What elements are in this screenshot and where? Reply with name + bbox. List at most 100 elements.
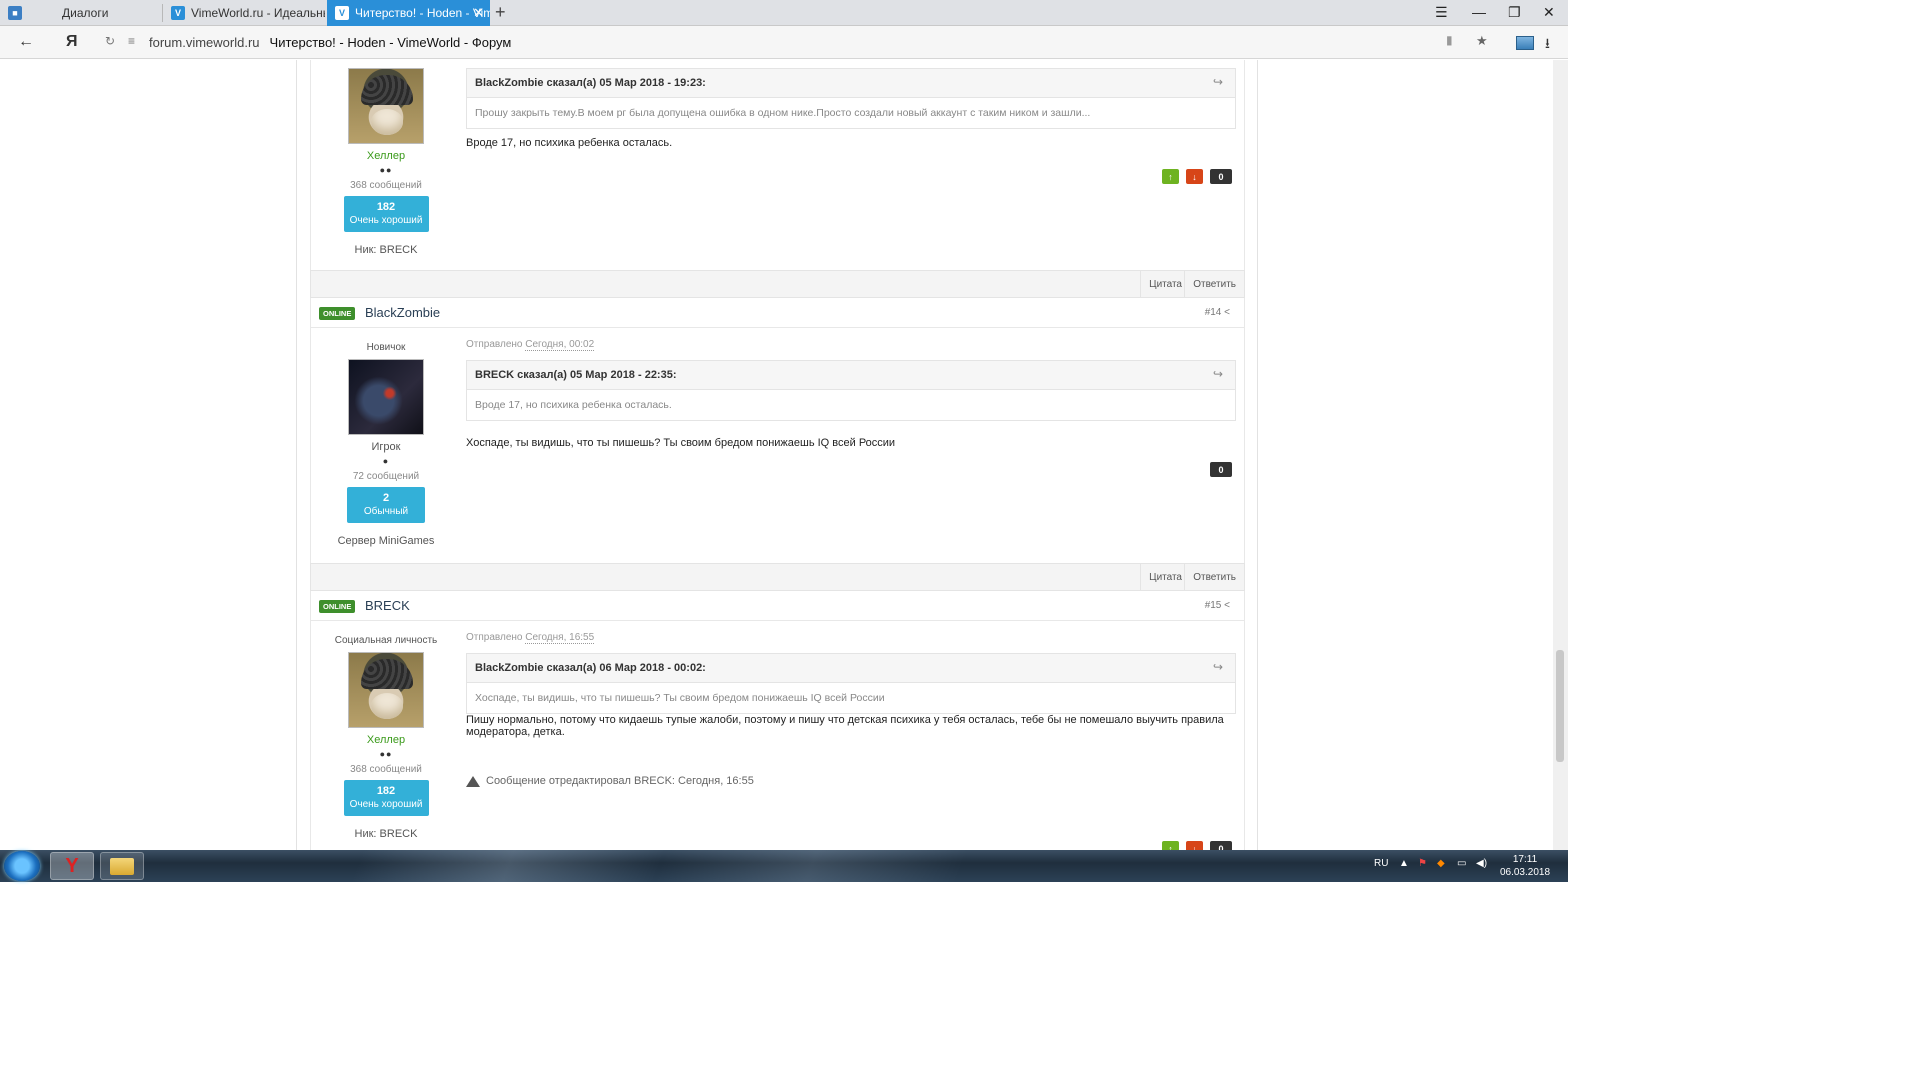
taskbar: Y RU ▲ ⚑ ◆ ▭ ◀) 17:11 06.03.2018 [0,850,1568,882]
share-icon[interactable]: < [1224,307,1230,318]
online-badge: ONLINE [319,307,356,320]
quote-jump-icon[interactable]: ↪ [1213,367,1223,381]
post-content: Отправлено Сегодня, 16:55 BlackZombie ск… [466,632,1236,787]
quote-jump-icon[interactable]: ↪ [1213,660,1223,674]
vote-controls: ↑ ↓ 0 [1162,169,1232,184]
vote-controls: ↑ ↓ 0 [1162,841,1232,850]
post-number[interactable]: #14 < [1205,307,1230,318]
post-header: ONLINE BRECK #15 < [310,591,1245,621]
quote-block: BlackZombie сказал(а) 05 Мар 2018 - 19:2… [466,68,1236,129]
reload-icon[interactable]: ↻ [105,34,115,48]
quote-block: BRECK сказал(а) 05 Мар 2018 - 22:35: ↪ Вр… [466,360,1236,421]
rank-pips: ●● [379,749,393,759]
vote-count: 0 [1210,841,1232,850]
browser-tab-strip: ■ Диалоги V VimeWorld.ru - Идеальные V Ч… [0,0,1568,26]
post-content: Отправлено Сегодня, 00:02 BRECK сказал(а… [466,339,1236,449]
post-date: Отправлено Сегодня, 16:55 [466,632,595,644]
user-group: Хеллер [366,734,406,746]
author-panel: Социальная личность Хеллер ●● 368 сообще… [311,635,461,840]
author-panel: Новичок Игрок ● 72 сообщений 2 Обычный С… [311,342,461,547]
online-badge: ONLINE [319,600,356,613]
post-header: ONLINE BlackZombie #14 < [310,298,1245,328]
close-window-button[interactable]: ✕ [1543,4,1555,21]
volume-icon[interactable]: ◀) [1476,858,1487,869]
rank-title: Новичок [366,342,406,353]
url-field[interactable]: ↻ ≡ forum.vimeworld.ru Читерство! - Hode… [100,30,1500,55]
lock-icon[interactable]: ▮ [1446,33,1453,47]
user-group: Игрок [371,441,401,453]
reply-button[interactable]: Ответить [1184,564,1244,592]
download-icon[interactable]: ⭳ [1545,33,1550,57]
user-group: Хеллер [366,150,406,162]
network-icon[interactable]: ▭ [1457,858,1466,869]
tab-vimeworld[interactable]: V VimeWorld.ru - Идеальные [163,0,325,26]
quote-block: BlackZombie сказал(а) 06 Мар 2018 - 00:0… [466,653,1236,714]
screenshot-icon[interactable] [1516,36,1534,50]
restore-button[interactable]: ❐ [1508,4,1521,21]
share-icon[interactable]: < [1224,600,1230,611]
warning-icon [466,775,480,787]
vote-controls: 0 [1210,462,1232,477]
vimeworld-icon: V [171,6,185,20]
post-count: 368 сообщений [350,764,422,775]
chat-icon: ■ [8,6,22,20]
scrollbar-thumb[interactable] [1556,650,1564,762]
custom-field: Ник: BRECK [354,828,418,840]
start-button[interactable] [4,851,40,881]
user-avatar[interactable] [348,359,424,435]
reputation-badge: 182 Очень хороший [343,196,429,232]
vote-down-icon[interactable]: ↓ [1186,841,1203,850]
system-clock[interactable]: 17:11 06.03.2018 [1490,853,1560,879]
author-name[interactable]: BlackZombie [365,305,440,320]
tray-expand-icon[interactable]: ▲ [1399,858,1409,869]
author-name[interactable]: BRECK [365,598,410,613]
post-count: 368 сообщений [350,180,422,191]
language-indicator[interactable]: RU [1374,858,1388,869]
post-footer: Цитата Ответить [310,563,1245,592]
tab-dialogs[interactable]: ■ Диалоги [0,0,162,26]
rank-title: Социальная личность [334,635,438,646]
vote-up-icon[interactable]: ↑ [1162,841,1179,850]
new-tab-button[interactable]: + [495,2,506,23]
post-14: Новичок Игрок ● 72 сообщений 2 Обычный С… [310,328,1245,563]
reputation-badge: 2 Обычный [347,487,425,523]
user-avatar[interactable] [348,68,424,144]
back-arrow-icon[interactable]: ← [18,33,34,51]
vote-down-icon[interactable]: ↓ [1186,169,1203,184]
rank-pips: ●● [379,165,393,175]
post-text: Вроде 17, но психика ребенка осталась. [466,137,673,149]
post-date: Отправлено Сегодня, 00:02 [466,339,595,351]
edit-notice: Сообщение отредактировал BRECK: Сегодня,… [466,775,1236,787]
action-center-flag-icon[interactable]: ⚑ [1418,858,1427,869]
user-avatar[interactable] [348,652,424,728]
minimize-button[interactable]: — [1472,4,1486,20]
file-explorer-icon[interactable] [100,852,144,880]
reply-button[interactable]: Ответить [1184,271,1244,299]
post-content: BlackZombie сказал(а) 05 Мар 2018 - 19:2… [466,60,1236,149]
post-13: Хеллер ●● 368 сообщений 182 Очень хороши… [310,60,1245,270]
vote-up-icon[interactable]: ↑ [1162,169,1179,184]
yandex-icon[interactable]: Я [66,33,78,51]
vimeworld-icon: V [335,6,349,20]
yandex-browser-icon[interactable]: Y [50,852,94,880]
star-icon[interactable]: ★ [1476,33,1488,49]
custom-field: Ник: BRECK [354,244,418,256]
post-number[interactable]: #15 < [1205,600,1230,611]
post-15: Социальная личность Хеллер ●● 368 сообще… [310,621,1245,850]
vote-count: 0 [1210,462,1232,477]
quote-button[interactable]: Цитата [1140,271,1190,299]
rank-pips: ● [382,456,390,466]
vote-count: 0 [1210,169,1232,184]
post-text: Пишу нормально, потому что кидаешь тупые… [466,714,1224,738]
forum-page: Хеллер ●● 368 сообщений 182 Очень хороши… [0,60,1568,850]
author-panel: Хеллер ●● 368 сообщений 182 Очень хороши… [311,68,461,256]
quote-jump-icon[interactable]: ↪ [1213,75,1223,89]
quote-button[interactable]: Цитата [1140,564,1190,592]
reputation-badge: 182 Очень хороший [343,780,429,816]
close-tab-icon[interactable]: ✕ [473,5,484,21]
page-info-icon[interactable]: ≡ [128,34,135,48]
menu-icon[interactable]: ☰ [1435,4,1448,21]
tab-forum-thread[interactable]: V Читерство! - Hoden - Vim ✕ [327,0,490,26]
tray-app-icon[interactable]: ◆ [1437,858,1445,869]
post-footer: Цитата Ответить [310,270,1245,299]
